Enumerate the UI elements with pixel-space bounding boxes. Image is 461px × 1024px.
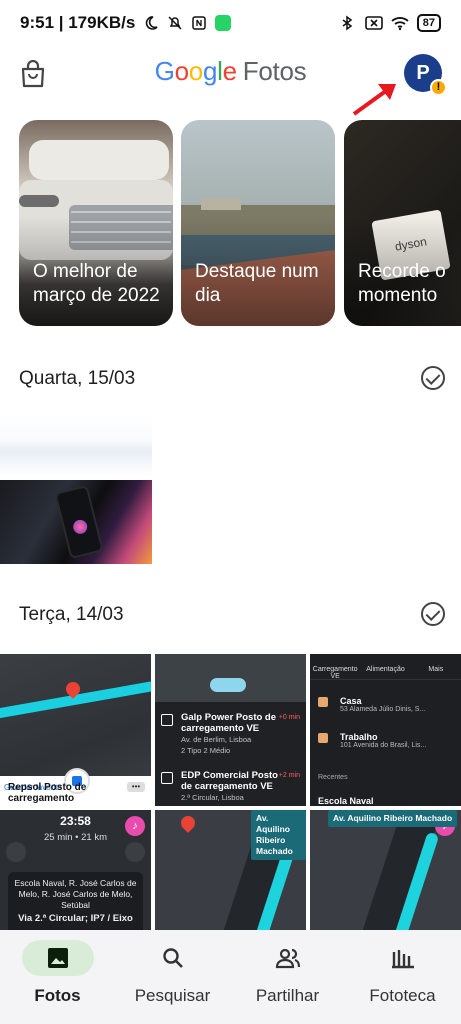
photo-grid: Guardar favorito ••• Repsol Posto de car… (0, 654, 461, 930)
recent-item: Escola Naval (318, 796, 374, 806)
charging-station-icon (161, 714, 173, 726)
bluetooth-icon (339, 15, 355, 31)
charging-station-icon (161, 772, 173, 784)
map-pin-icon (178, 813, 198, 833)
memory-caption: Destaque num dia (195, 261, 319, 306)
photo-thumbnail[interactable]: ♪ Av. Aquilino Ribeiro Machado (155, 810, 306, 930)
street-label: Av. Aquilino Ribeiro Machado (251, 810, 306, 860)
search-icon (162, 948, 183, 968)
list-item: Trabalho 101 Avenida do Brasil, Lis... (318, 732, 457, 749)
select-all-check-icon[interactable] (421, 366, 445, 390)
bottom-navigation: Fotos Pesquisar Partilhar Fototeca (0, 930, 461, 1024)
place-title: Repsol Posto de carregamento (8, 782, 87, 804)
memory-card[interactable]: dyson Recorde o momento (344, 120, 461, 326)
nav-partilhar[interactable]: Partilhar (230, 940, 345, 1006)
select-all-check-icon[interactable] (421, 602, 445, 626)
photo-icon (47, 948, 68, 968)
phone-image (54, 484, 104, 560)
date-header: Quarta, 15/03 (19, 368, 136, 389)
status-time: 9:51 | 179KB/s (20, 13, 136, 32)
memory-caption: Recorde o momento (358, 261, 446, 306)
date-header: Terça, 14/03 (19, 604, 124, 625)
category-tabs: Carregamento VE Alimentação Mais (310, 654, 461, 680)
home-icon (318, 697, 328, 707)
no-sim-icon (364, 15, 383, 31)
nav-label: Fototeca (369, 986, 436, 1005)
recent-label: Recentes (318, 774, 348, 781)
photo-thumbnail[interactable]: Guardar favorito ••• Repsol Posto de car… (0, 654, 151, 806)
destination-card: Escola Naval, R. José Carlos de Melo, R.… (8, 872, 143, 930)
map-route (210, 678, 246, 692)
wifi-icon (391, 15, 409, 31)
nav-label: Fotos (34, 986, 81, 1005)
battery-indicator: 87 (416, 14, 441, 32)
memory-caption: O melhor de março de 2022 (33, 261, 160, 306)
work-icon (318, 733, 328, 743)
list-item: Casa 53 Alameda Júlio Dinis, S... (318, 696, 457, 713)
bell-off-icon (167, 15, 183, 31)
arrival-time: 23:58 (60, 814, 91, 828)
photo-thumbnail[interactable] (0, 414, 152, 476)
account-avatar[interactable]: P ! (404, 54, 447, 96)
photo-thumbnail[interactable]: Galp Power Posto de carregamento VE Av. … (155, 654, 306, 806)
volume-icon (125, 842, 145, 862)
whatsapp-icon (215, 15, 232, 31)
photo-thumbnail[interactable]: ♪ 23:58 25 min • 21 km Escola Naval, R. … (0, 810, 151, 930)
photo-thumbnail[interactable]: ♪ Av. Aquilino Ribeiro Machado (310, 810, 461, 930)
photo-thumbnail[interactable] (0, 480, 152, 564)
nav-fotos[interactable]: Fotos (0, 940, 115, 1006)
photo-thumbnail[interactable]: Carregamento VE Alimentação Mais Casa 53 A… (310, 654, 461, 806)
library-icon (391, 950, 414, 969)
list-item: Galp Power Posto de carregamento VE Av. … (161, 712, 300, 756)
list-item: EDP Comercial Posto de carregamento VE 2… (161, 770, 300, 803)
nav-pesquisar[interactable]: Pesquisar (115, 940, 230, 1006)
settings-icon (6, 842, 26, 862)
nav-label: Pesquisar (134, 986, 211, 1005)
memory-card[interactable]: O melhor de março de 2022 (19, 120, 173, 326)
trip-duration: 25 min • 21 km (44, 832, 107, 843)
street-label: Av. Aquilino Ribeiro Machado (328, 810, 458, 827)
nav-label: Partilhar (255, 986, 320, 1005)
memory-card[interactable]: Destaque num dia (181, 120, 335, 326)
nav-fototeca[interactable]: Fototeca (345, 940, 460, 1006)
memories-carousel: O melhor de março de 2022 Destaque num d… (19, 120, 461, 326)
red-arrow-annotation (352, 84, 396, 116)
status-bar: 9:51 | 179KB/s 87 (0, 0, 461, 46)
people-icon (275, 948, 300, 969)
warning-badge: ! (430, 79, 447, 96)
moon-icon (143, 15, 159, 31)
nfc-icon (191, 15, 207, 31)
